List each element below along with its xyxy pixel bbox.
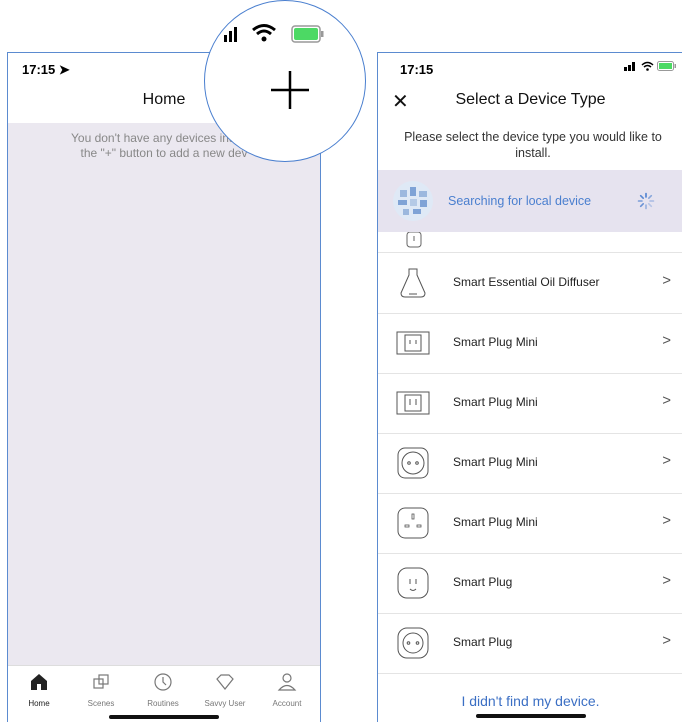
plug-mini-icon xyxy=(396,331,430,355)
status-time: 17:15 xyxy=(400,62,434,77)
signal-icon xyxy=(224,27,237,42)
wifi-icon xyxy=(252,24,276,42)
device-row[interactable]: Smart Plug > xyxy=(378,553,682,614)
tab-home[interactable]: Home xyxy=(8,672,70,708)
plus-icon[interactable] xyxy=(269,69,311,111)
battery-icon xyxy=(657,61,676,71)
status-time: 17:15 ➤ xyxy=(22,62,70,77)
wifi-icon xyxy=(641,61,654,71)
searching-label: Searching for local device xyxy=(448,194,592,208)
diamond-icon xyxy=(216,674,234,690)
device-collage-icon xyxy=(393,181,433,221)
page-title: Select a Device Type xyxy=(455,91,606,108)
plug-uk-icon xyxy=(397,507,429,539)
chevron-right-icon: > xyxy=(662,392,671,409)
chevron-right-icon: > xyxy=(662,272,671,289)
select-device-screen: 17:15 ✕ Select a Device Type Please sele… xyxy=(377,52,682,722)
chevron-right-icon: > xyxy=(662,512,671,529)
home-icon xyxy=(31,674,47,690)
plug-icon xyxy=(406,232,422,248)
round-plug-icon xyxy=(397,447,429,479)
instructions-text: Please select the device type you would … xyxy=(404,130,662,160)
not-found-link[interactable]: I didn't find my device. xyxy=(378,693,682,709)
list-item-partial xyxy=(378,232,682,253)
chevron-right-icon: > xyxy=(662,632,671,649)
zoom-callout xyxy=(204,0,366,162)
clock-icon xyxy=(154,673,172,691)
diffuser-icon xyxy=(400,268,426,298)
scenes-icon xyxy=(93,674,109,689)
battery-icon xyxy=(291,25,324,43)
location-icon: ➤ xyxy=(58,62,70,77)
local-search-row: Searching for local device xyxy=(378,170,682,232)
plug-mini-icon xyxy=(396,391,430,415)
tab-account[interactable]: Account xyxy=(256,672,318,708)
device-row[interactable]: Smart Plug > xyxy=(378,613,682,674)
chevron-right-icon: > xyxy=(662,332,671,349)
signal-icon xyxy=(624,62,635,71)
tab-scenes[interactable]: Scenes xyxy=(70,672,132,708)
person-icon xyxy=(277,673,297,691)
device-row[interactable]: Smart Plug Mini > xyxy=(378,313,682,374)
plug-eu-icon xyxy=(397,627,429,659)
tab-savvy-user[interactable]: Savvy User xyxy=(194,672,256,708)
chevron-right-icon: > xyxy=(662,452,671,469)
status-icons xyxy=(624,61,677,71)
device-row[interactable]: Smart Essential Oil Diffuser > xyxy=(378,253,682,314)
home-indicator xyxy=(475,714,586,718)
device-row[interactable]: Smart Plug Mini > xyxy=(378,373,682,434)
chevron-right-icon: > xyxy=(662,572,671,589)
device-row[interactable]: Smart Plug Mini > xyxy=(378,433,682,494)
tab-bar: Home Scenes Routines Savvy User Account xyxy=(8,665,320,722)
spinner-icon xyxy=(637,192,655,210)
home-indicator xyxy=(109,715,219,719)
device-list-empty: You don't have any devices installe the … xyxy=(8,123,320,665)
tab-routines[interactable]: Routines xyxy=(132,672,194,708)
plug-icon xyxy=(397,567,429,599)
device-row[interactable]: Smart Plug Mini > xyxy=(378,493,682,554)
